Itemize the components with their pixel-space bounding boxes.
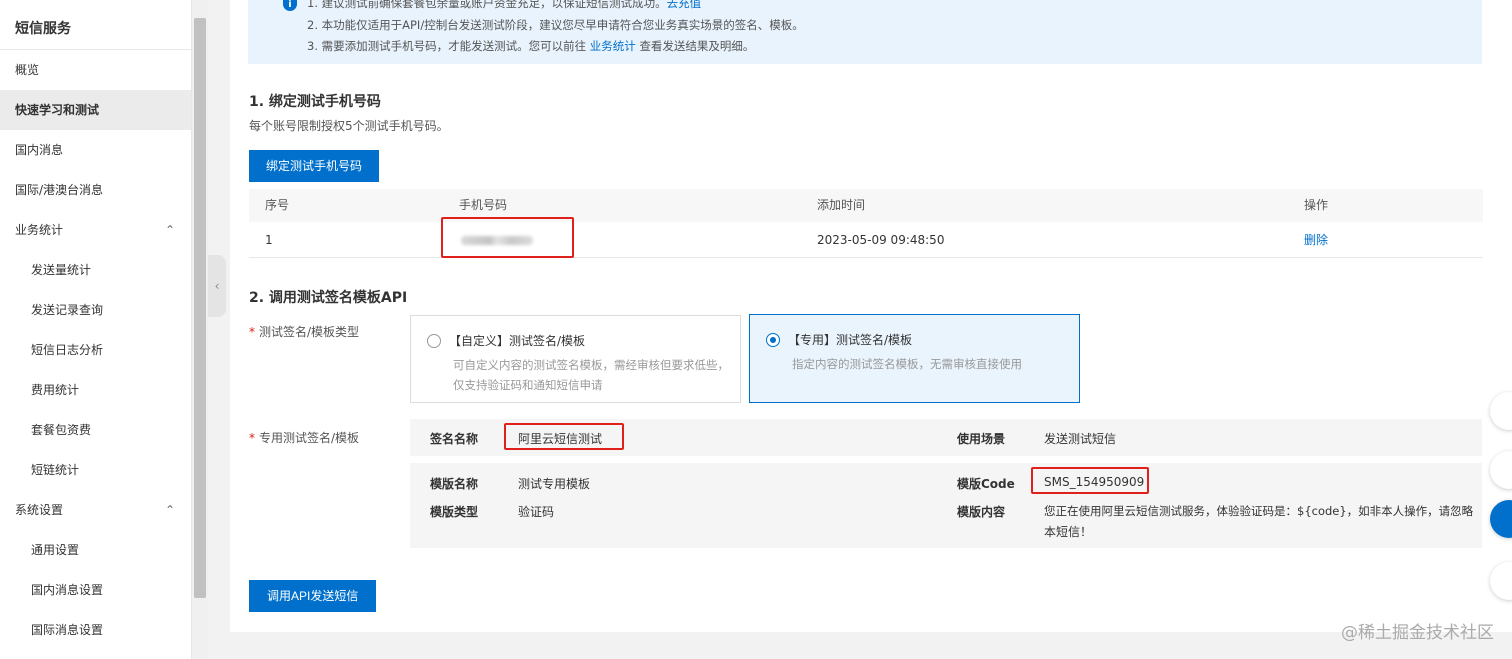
call-api-send-sms-button[interactable]: 调用API发送短信 [249, 580, 377, 612]
sidebar-item-log-analysis[interactable]: 短信日志分析 [0, 330, 191, 370]
sidebar-item-cost-stats[interactable]: 费用统计 [0, 370, 191, 410]
option-custom-desc: 可自定义内容的测试签名模板，需经审核但要求低些，仅支持验证码和通知短信申请 [453, 358, 729, 392]
template-type-label: * 测试签名/模板类型 [249, 325, 360, 339]
bind-phone-button[interactable]: 绑定测试手机号码 [249, 150, 380, 182]
scene-value: 发送测试短信 [1044, 432, 1117, 446]
sidebar-item-domestic-settings[interactable]: 国内消息设置 [0, 570, 191, 610]
table-row: 1 2023-05-09 09:48:50 删除 [249, 222, 1483, 258]
sidebar-item-overview[interactable]: 概览 [0, 50, 191, 90]
template-code-value: SMS_154950909 [1044, 475, 1145, 489]
sidebar-item-general-settings[interactable]: 通用设置 [0, 530, 191, 570]
col-index: 序号 [265, 198, 290, 212]
sign-name-key: 签名名称 [430, 432, 479, 446]
sidebar-item-shortlink-stats[interactable]: 短链统计 [0, 450, 191, 490]
table-header: 序号 手机号码 添加时间 操作 [249, 189, 1483, 222]
blurred-phone-number [461, 236, 533, 245]
notice-line-1: 1. 建议测试前确保套餐包余量或账户资金充足，以保证短信测试成功。去充值 [307, 0, 701, 11]
col-added-time: 添加时间 [817, 198, 866, 212]
chevron-up-icon: ⌃ [164, 503, 175, 517]
chat-float-button[interactable] [1490, 451, 1512, 489]
sidebar-scrollbar-thumb[interactable] [194, 18, 206, 598]
section-api-title: 2. 调用测试签名模板API [249, 290, 408, 306]
template-type-key: 模版类型 [430, 505, 479, 519]
main-panel: i 1. 建议测试前确保套餐包余量或账户资金充足，以保证短信测试成功。去充值 2… [230, 0, 1512, 632]
sign-name-value: 阿里云短信测试 [518, 432, 603, 446]
feedback-float-button[interactable] [1490, 392, 1512, 430]
sidebar-item-domestic[interactable]: 国内消息 [0, 130, 191, 170]
option-dedicated-template[interactable]: 【专用】测试签名/模板 指定内容的测试签名模板，无需审核直接使用 [749, 314, 1080, 403]
sidebar-item-intl-settings[interactable]: 国际消息设置 [0, 610, 191, 650]
watermark: @稀土掘金技术社区 [1341, 623, 1494, 643]
help-float-button[interactable] [1490, 562, 1512, 600]
sidebar-item-send-volume[interactable]: 发送量统计 [0, 250, 191, 290]
template-content-value-line2: 本短信！ [1044, 525, 1093, 539]
sidebar-title: 短信服务 [0, 0, 191, 50]
section-bind-phone-title: 1. 绑定测试手机号码 [249, 94, 381, 110]
sidebar-item-send-records[interactable]: 发送记录查询 [0, 290, 191, 330]
notice-banner: i 1. 建议测试前确保套餐包余量或账户资金充足，以保证短信测试成功。去充值 2… [248, 0, 1482, 64]
signature-info-box: 签名名称 阿里云短信测试 使用场景 发送测试短信 [410, 419, 1482, 456]
section-bind-phone-desc: 每个账号限制授权5个测试手机号码。 [249, 119, 449, 133]
template-content-key: 模版内容 [957, 505, 1006, 519]
sidebar-item-package-fee[interactable]: 套餐包资费 [0, 410, 191, 450]
template-type-value: 验证码 [518, 505, 555, 519]
row-added-time: 2023-05-09 09:48:50 [817, 233, 945, 247]
info-icon: i [283, 0, 297, 11]
sidebar-collapse-button[interactable]: ‹ [208, 255, 226, 317]
radio-custom[interactable] [427, 334, 441, 348]
business-stats-link[interactable]: 业务统计 [590, 39, 636, 53]
template-info-box: 模版名称 测试专用模板 模版Code SMS_154950909 模版类型 验证… [410, 463, 1482, 548]
app-float-button[interactable] [1490, 500, 1512, 538]
option-custom-title: 【自定义】测试签名/模板 [449, 334, 586, 348]
col-phone: 手机号码 [459, 198, 508, 212]
sidebar-item-quick-learn[interactable]: 快速学习和测试 [0, 90, 191, 130]
dedicated-template-label: * 专用测试签名/模板 [249, 431, 360, 445]
scene-key: 使用场景 [957, 432, 1006, 446]
template-name-key: 模版名称 [430, 477, 479, 491]
sidebar-item-international[interactable]: 国际/港澳台消息 [0, 170, 191, 210]
template-content-value-line1: 您正在使用阿里云短信测试服务，体验验证码是：${code}，如非本人操作，请忽略 [1044, 504, 1474, 518]
col-action: 操作 [1304, 198, 1329, 212]
sidebar: 短信服务 概览 快速学习和测试 国内消息 国际/港澳台消息 业务统计 ⌃ 发送量统… [0, 0, 192, 659]
row-index: 1 [265, 233, 273, 247]
template-code-key: 模版Code [957, 477, 1015, 491]
option-dedicated-title: 【专用】测试签名/模板 [788, 333, 913, 347]
chevron-left-icon: ‹ [214, 279, 220, 293]
delete-link[interactable]: 删除 [1304, 222, 1328, 258]
option-custom-template[interactable]: 【自定义】测试签名/模板 可自定义内容的测试签名模板，需经审核但要求低些，仅支持… [410, 315, 741, 403]
radio-dedicated[interactable] [766, 333, 780, 347]
template-name-value: 测试专用模板 [518, 477, 591, 491]
chevron-up-icon: ⌃ [164, 223, 175, 237]
notice-line-3: 3. 需要添加测试手机号码，才能发送测试。您可以前往 业务统计 查看发送结果及明… [307, 39, 755, 53]
sidebar-group-settings[interactable]: 系统设置 ⌃ [0, 490, 191, 530]
phone-table: 序号 手机号码 添加时间 操作 1 2023-05-09 09:48:50 删除 [249, 189, 1483, 258]
option-dedicated-desc: 指定内容的测试签名模板，无需审核直接使用 [792, 357, 1022, 371]
notice-line-2: 2. 本功能仅适用于API/控制台发送测试阶段，建议您尽早申请符合您业务真实场景… [307, 18, 804, 32]
sidebar-group-stats[interactable]: 业务统计 ⌃ [0, 210, 191, 250]
recharge-link[interactable]: 去充值 [667, 0, 702, 10]
